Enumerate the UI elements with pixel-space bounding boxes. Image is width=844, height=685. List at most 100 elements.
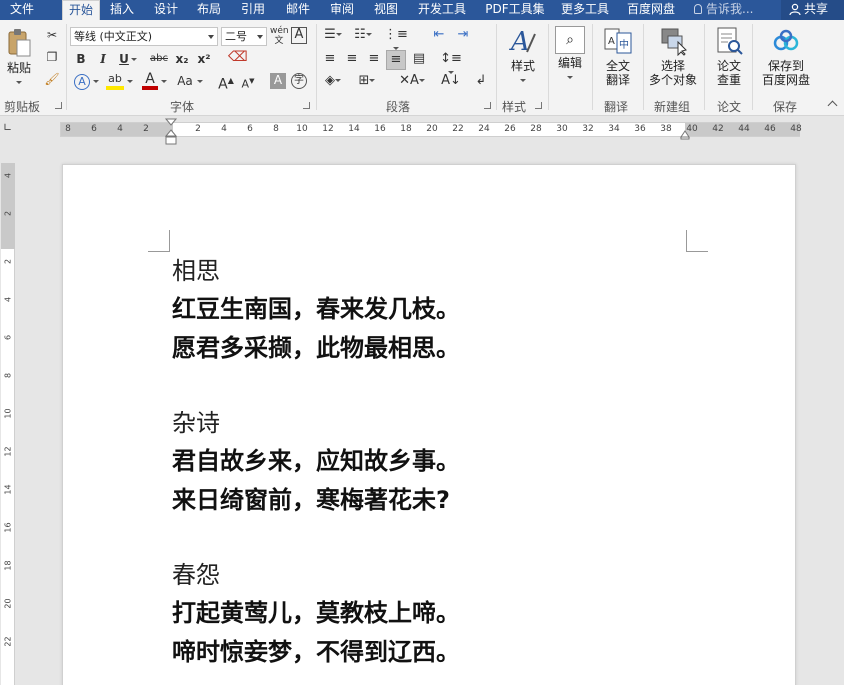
- tab-baidu-netdisk[interactable]: 百度网盘: [622, 0, 680, 20]
- distributed-icon[interactable]: ▤: [410, 52, 428, 66]
- translate-label-2: 翻译: [605, 73, 630, 87]
- font-group-label: 字体: [170, 100, 195, 114]
- share-button[interactable]: 共享: [781, 0, 844, 20]
- char-border-icon[interactable]: A: [291, 27, 307, 44]
- grow-font-label: A: [218, 76, 228, 93]
- styles-launcher-icon[interactable]: [535, 102, 542, 109]
- tab-file[interactable]: 文件: [0, 0, 44, 20]
- underline-button[interactable]: U: [117, 52, 131, 66]
- tab-design[interactable]: 设计: [148, 0, 184, 20]
- copy-icon[interactable]: ❐: [44, 50, 60, 64]
- tab-review[interactable]: 审阅: [324, 0, 360, 20]
- font-color-dropdown-icon[interactable]: [160, 74, 168, 88]
- tab-home[interactable]: 开始: [62, 0, 100, 20]
- ruler-number: 18: [3, 560, 13, 571]
- ruler-number: 10: [296, 124, 308, 134]
- enclose-char-icon[interactable]: 字: [291, 73, 307, 89]
- change-case-button[interactable]: Aa: [174, 74, 196, 88]
- collapse-ribbon-icon[interactable]: [827, 100, 838, 111]
- tab-mailings[interactable]: 邮件: [280, 0, 316, 20]
- align-left-icon[interactable]: ≡: [322, 52, 338, 66]
- highlight-icon[interactable]: ab: [106, 72, 124, 90]
- right-indent-marker-icon[interactable]: [680, 130, 690, 140]
- ruler-number: 16: [3, 522, 13, 533]
- styles-group-label: 样式: [502, 100, 527, 114]
- ruler-number: 4: [221, 124, 227, 134]
- tell-me-text: 告诉我...: [706, 2, 754, 16]
- text-effects-icon[interactable]: A: [74, 74, 90, 90]
- ruler-number: 42: [712, 124, 724, 134]
- translate-label-1: 全文: [605, 59, 630, 73]
- numbering-icon[interactable]: ☷: [352, 28, 374, 42]
- align-right-icon[interactable]: ≡: [366, 52, 382, 66]
- sort-icon[interactable]: A↓: [440, 74, 462, 88]
- superscript-button[interactable]: x²: [196, 52, 212, 66]
- bullets-icon[interactable]: ☰: [322, 28, 344, 42]
- save-to-baidu-button[interactable]: 保存到 百度网盘: [756, 26, 816, 87]
- increase-indent-icon[interactable]: ⇥: [454, 28, 472, 42]
- separator: [704, 24, 705, 110]
- decrease-indent-icon[interactable]: ⇤: [430, 28, 448, 42]
- borders-icon[interactable]: ⊞: [356, 74, 378, 88]
- subscript-button[interactable]: x₂: [174, 52, 190, 66]
- ruler-number: 32: [582, 124, 594, 134]
- ribbon-tab-bar: 文件 开始 插入 设计 布局 引用 邮件 审阅 视图 开发工具 PDF工具集 更…: [0, 0, 844, 20]
- tab-references[interactable]: 引用: [235, 0, 271, 20]
- cut-icon[interactable]: ✂: [44, 28, 60, 42]
- chinese-layout-icon[interactable]: ✕A: [398, 74, 426, 88]
- phonetic-guide-icon[interactable]: wén 文: [270, 26, 289, 46]
- ruler-number: 44: [738, 124, 750, 134]
- font-launcher-icon[interactable]: [303, 102, 310, 109]
- font-size-combo[interactable]: 二号: [221, 27, 267, 46]
- strikethrough-button[interactable]: abc: [148, 52, 170, 66]
- paragraph-group-label: 段落: [386, 100, 411, 114]
- font-color-icon[interactable]: A: [142, 72, 158, 90]
- tab-pdf-tools[interactable]: PDF工具集: [480, 0, 550, 20]
- select-multiple-objects-button[interactable]: 选择 多个对象: [647, 26, 699, 87]
- shrink-font-button[interactable]: A▼: [240, 74, 256, 92]
- justify-icon[interactable]: ≡: [386, 50, 406, 70]
- clear-formatting-icon[interactable]: ⌫: [228, 50, 248, 64]
- ruler-number: 28: [530, 124, 542, 134]
- underline-dropdown-icon[interactable]: [130, 52, 138, 66]
- char-shading-icon[interactable]: A: [270, 73, 286, 89]
- shading-icon[interactable]: ◈: [322, 74, 344, 88]
- show-marks-icon[interactable]: ↲: [474, 74, 488, 88]
- align-center-icon[interactable]: ≡: [344, 52, 360, 66]
- format-painter-icon[interactable]: 🖌: [44, 72, 60, 86]
- poem-line: 君自故乡来，应知故乡事。: [172, 447, 460, 475]
- tab-layout[interactable]: 布局: [191, 0, 227, 20]
- margin-corner-top-left: [148, 230, 170, 252]
- tab-more-tools[interactable]: 更多工具: [557, 0, 613, 20]
- tab-developer[interactable]: 开发工具: [412, 0, 472, 20]
- font-name-combo[interactable]: 等线 (中文正文): [70, 27, 218, 46]
- text-effects-dropdown-icon[interactable]: [92, 74, 100, 88]
- tab-view[interactable]: 视图: [368, 0, 404, 20]
- editing-button[interactable]: ⌕ 编辑: [552, 26, 588, 84]
- indent-marker-icon[interactable]: [165, 118, 177, 146]
- highlight-dropdown-icon[interactable]: [126, 74, 134, 88]
- tab-insert[interactable]: 插入: [104, 0, 140, 20]
- paragraph-launcher-icon[interactable]: [484, 102, 491, 109]
- ruler-number: 20: [3, 598, 13, 609]
- italic-button[interactable]: I: [96, 52, 110, 66]
- paper-label-2: 查重: [716, 73, 741, 87]
- ruler-number: 2: [3, 258, 13, 265]
- ruler-number: 4: [3, 172, 13, 179]
- tell-me-box[interactable]: 告诉我...: [694, 0, 753, 20]
- paper-group-label: 论文: [717, 100, 742, 114]
- poem-line: 来日绮窗前，寒梅著花未?: [172, 486, 450, 514]
- styles-label: 样式: [510, 59, 535, 73]
- paper-check-button[interactable]: 论文 查重: [709, 26, 749, 87]
- document-body[interactable]: 相思 红豆生南国，春来发几枝。 愿君多采撷，此物最相思。 杂诗 君自故乡来，应知…: [172, 252, 712, 672]
- full-text-translate-button[interactable]: A 中 全文 翻译: [598, 26, 638, 87]
- change-case-dropdown-icon[interactable]: [196, 74, 204, 88]
- tab-selector-icon[interactable]: ∟: [3, 122, 17, 136]
- vertical-ruler[interactable]: 4 2 2 4 6 8 10 12 14 16 18 20 22: [1, 163, 15, 685]
- ruler-number: 4: [117, 124, 123, 134]
- paste-button[interactable]: 粘贴: [4, 28, 34, 84]
- styles-button[interactable]: A 样式: [503, 26, 543, 87]
- grow-font-button[interactable]: A▲: [218, 74, 234, 92]
- bold-button[interactable]: B: [74, 52, 88, 66]
- clipboard-launcher-icon[interactable]: [55, 102, 62, 109]
